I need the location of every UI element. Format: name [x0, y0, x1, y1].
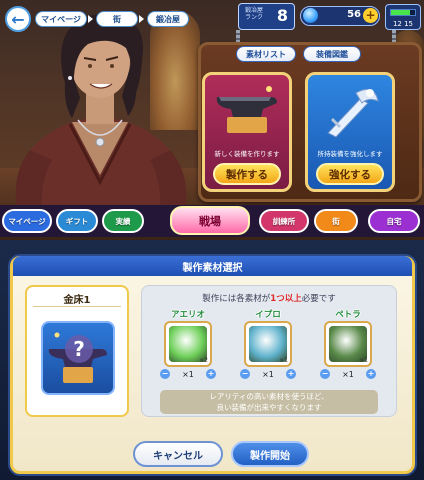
- decrement-button[interactable]: −: [320, 369, 330, 379]
- requirement-suffix: 必要です: [301, 294, 336, 304]
- game-screen: ← マイページ 街 鍛冶屋 鍛冶屋 ランク 8 56 + 12 15 素材リスト…: [0, 0, 424, 480]
- divider: [33, 306, 121, 307]
- quantity-stepper: − ×1 +: [320, 368, 376, 380]
- blacksmith-scene: ← マイページ 街 鍛冶屋 鍛冶屋 ランク 8 56 + 12 15 素材リスト…: [0, 0, 424, 240]
- anvil-slot-name: 金床1: [63, 295, 91, 306]
- stamina-fill: [391, 10, 411, 15]
- stamina-text: 12 15: [392, 20, 414, 28]
- material-quantity: ×1: [342, 369, 354, 379]
- stamina-meter: 12 15: [385, 4, 421, 30]
- nav-mypage[interactable]: マイページ: [2, 209, 52, 233]
- breadcrumb-separator: [88, 15, 93, 23]
- breadcrumb-separator: [139, 15, 144, 23]
- hint-line2: 良い装備が出来やすくなります: [216, 403, 322, 412]
- hint-line1: レアリティの高い素材を使うほど、: [209, 392, 329, 401]
- rank-label: 鍛冶屋 ランク: [245, 7, 263, 21]
- mystery-anvil-icon: ?: [48, 332, 107, 383]
- material-owned-count: ×1: [359, 357, 368, 364]
- rarity-hint: レアリティの高い素材を使うほど、 良い装備が出来やすくなります: [160, 390, 378, 414]
- decrement-button[interactable]: −: [160, 369, 170, 379]
- nav-home[interactable]: 自宅: [368, 209, 420, 233]
- enhance-description: 所持装備を強化します: [317, 150, 383, 158]
- material-petra: ペトラ ×1 − ×1 +: [320, 308, 376, 380]
- requirement-text: 製作には各素材が1つ以上必要です: [142, 292, 396, 304]
- material-aerio: アエリオ ×2 − ×1 +: [160, 308, 216, 380]
- material-select-dialog: 製作素材選択 金床1 ? 製作には各素材が1つ以上必要です アエリオ ×2 − …: [10, 256, 415, 474]
- enhance-button[interactable]: 強化する: [316, 163, 384, 185]
- material-quantity: ×1: [182, 369, 194, 379]
- material-list-button[interactable]: 素材リスト: [236, 46, 296, 62]
- blacksmith-rank: 鍛冶屋 ランク 8: [238, 3, 295, 30]
- start-crafting-button[interactable]: 製作開始: [231, 441, 309, 467]
- anvil-slot-icon-frame: ?: [41, 321, 115, 395]
- dialog-title: 製作素材選択: [13, 256, 412, 276]
- craft-description: 新しく装備を作ります: [214, 150, 280, 158]
- material-owned-count: ×2: [199, 357, 208, 364]
- material-quantity: ×1: [262, 369, 274, 379]
- rank-value: 8: [276, 6, 288, 25]
- nav-town[interactable]: 街: [314, 209, 358, 233]
- stamina-bar: [390, 9, 416, 16]
- breadcrumb-blacksmith: 鍛冶屋: [147, 11, 189, 27]
- cancel-button[interactable]: キャンセル: [133, 441, 223, 467]
- enhance-card[interactable]: 所持装備を強化します 強化する: [305, 72, 395, 192]
- increment-button[interactable]: +: [365, 369, 376, 379]
- gem-counter: 56 +: [300, 6, 380, 26]
- equipment-catalog-button[interactable]: 装備図鑑: [303, 46, 361, 62]
- craft-button[interactable]: 製作する: [213, 163, 281, 185]
- sword-icon: [327, 88, 379, 138]
- requirement-highlight: 1つ以上: [270, 294, 302, 304]
- increment-button[interactable]: +: [285, 369, 296, 379]
- back-arrow-icon: ←: [11, 9, 25, 29]
- nav-training[interactable]: 訓練所: [259, 209, 309, 233]
- material-slot[interactable]: ×1: [324, 321, 372, 367]
- material-name: ペトラ: [335, 310, 361, 320]
- add-gems-button[interactable]: +: [363, 8, 378, 23]
- crafting-overlay: 製作素材選択 金床1 ? 製作には各素材が1つ以上必要です アエリオ ×2 − …: [0, 240, 424, 480]
- nav-achievements[interactable]: 実績: [102, 209, 144, 233]
- breadcrumb-town[interactable]: 街: [96, 11, 138, 27]
- gem-icon: [303, 8, 318, 23]
- material-name: イプロ: [255, 310, 281, 320]
- anvil-slot-card: 金床1 ?: [25, 285, 129, 417]
- rank-label-line1: 鍛冶屋: [245, 7, 264, 14]
- nav-gift[interactable]: ギフト: [56, 209, 98, 233]
- bottom-nav: マイページ ギフト 実績 戦場 訓練所 街 自宅: [0, 205, 424, 237]
- anvil-icon: [216, 86, 277, 133]
- increment-button[interactable]: +: [205, 369, 216, 379]
- material-ipuro: イプロ ×1 − ×1 +: [240, 308, 296, 380]
- nav-battlefield[interactable]: 戦場: [170, 206, 250, 235]
- material-owned-count: ×1: [279, 357, 288, 364]
- quantity-stepper: − ×1 +: [160, 368, 216, 380]
- svg-text:?: ?: [73, 337, 85, 361]
- back-button[interactable]: ←: [5, 6, 31, 32]
- quantity-stepper: − ×1 +: [240, 368, 296, 380]
- craft-card[interactable]: 新しく装備を作ります 製作する: [202, 72, 292, 192]
- breadcrumb-mypage[interactable]: マイページ: [35, 11, 87, 27]
- material-slot[interactable]: ×2: [164, 321, 212, 367]
- blacksmith-character: [15, 14, 187, 215]
- rank-label-line2: ランク: [245, 14, 264, 21]
- requirement-prefix: 製作には各素材が: [202, 294, 271, 304]
- gem-value: 56: [347, 9, 361, 20]
- material-slot[interactable]: ×1: [244, 321, 292, 367]
- material-panel: 製作には各素材が1つ以上必要です アエリオ ×2 − ×1 + イプロ ×1 −…: [141, 285, 397, 417]
- decrement-button[interactable]: −: [240, 369, 250, 379]
- material-name: アエリオ: [170, 310, 205, 320]
